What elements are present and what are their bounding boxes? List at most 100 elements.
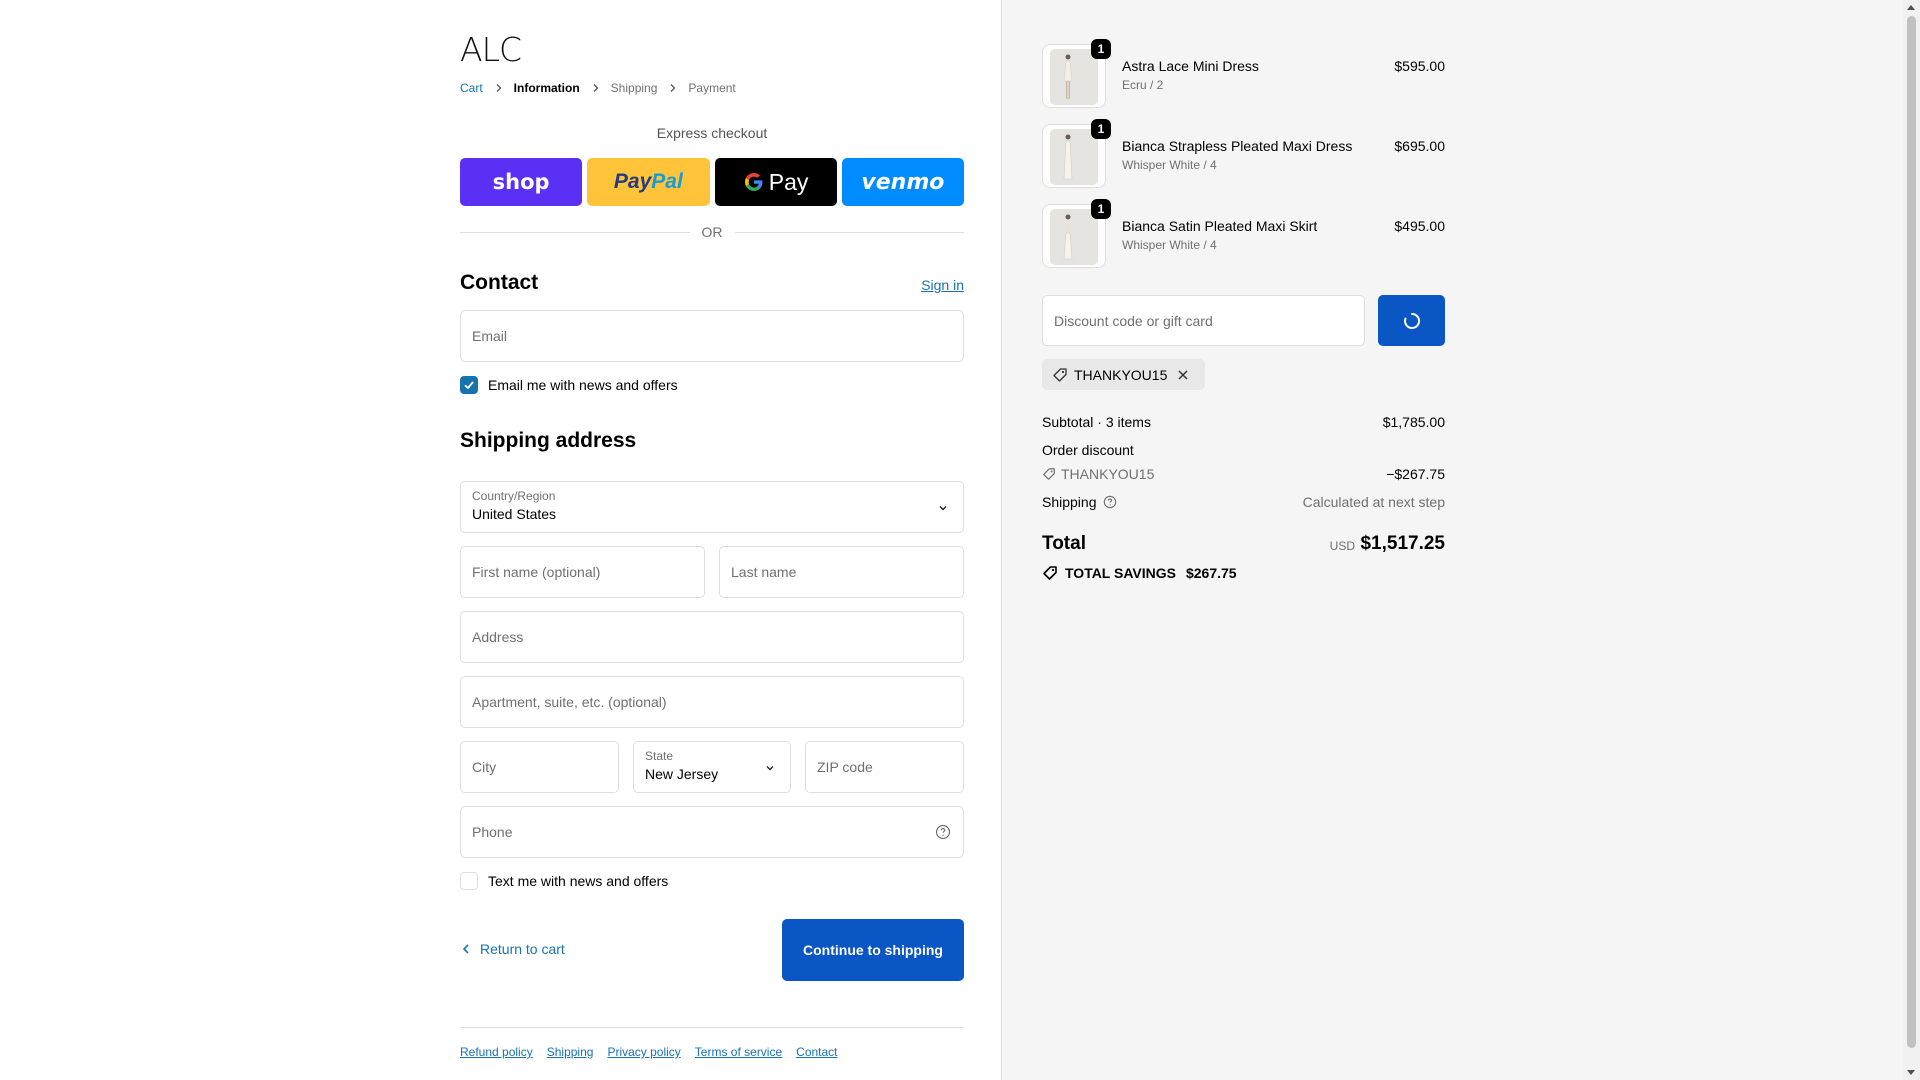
divider-line [734, 231, 964, 233]
newsletter-checkbox[interactable] [460, 376, 478, 394]
applied-discount-tag: THANKYOU15 [1042, 359, 1206, 390]
discount-code-input[interactable]: Discount code or gift card [1042, 295, 1365, 346]
item-price: $695.00 [1394, 138, 1445, 154]
chevron-down-icon [766, 766, 774, 771]
page-scrollbar[interactable] [1903, 0, 1920, 1080]
apply-discount-button[interactable] [1378, 295, 1445, 346]
shop-pay-logo: shop [492, 170, 550, 194]
apartment-placeholder: Apartment, suite, etc. (optional) [472, 694, 667, 710]
close-icon[interactable] [1177, 369, 1189, 381]
refund-policy-link[interactable]: Refund policy [460, 1045, 533, 1059]
discount-placeholder: Discount code or gift card [1054, 313, 1213, 329]
quantity-badge: 1 [1091, 39, 1111, 59]
google-pay-text: Pay [768, 168, 809, 195]
dress-figure-icon [1063, 134, 1073, 180]
dress-figure-icon [1063, 214, 1073, 260]
address-field[interactable]: Address [460, 611, 964, 663]
newsletter-checkbox-row[interactable]: Email me with news and offers [460, 376, 678, 394]
applied-code-label: THANKYOU15 [1074, 366, 1168, 383]
line-item: 1 Bianca Strapless Pleated Maxi Dress Wh… [1042, 119, 1445, 190]
continue-to-shipping-button[interactable]: Continue to shipping [782, 919, 964, 981]
product-image [1050, 49, 1098, 105]
product-thumbnail: 1 [1042, 39, 1111, 108]
state-label: State [645, 749, 674, 763]
newsletter-label: Email me with news and offers [488, 377, 678, 393]
savings-label: TOTAL SAVINGS [1065, 565, 1176, 581]
apartment-field[interactable]: Apartment, suite, etc. (optional) [460, 676, 964, 728]
quantity-badge: 1 [1091, 199, 1111, 219]
state-select[interactable]: State New Jersey [633, 741, 791, 793]
scroll-down-arrow[interactable] [1907, 1070, 1915, 1075]
product-thumbnail: 1 [1042, 199, 1111, 268]
breadcrumb: Cart Information Shipping Payment [460, 81, 736, 95]
contact-link[interactable]: Contact [796, 1045, 837, 1059]
total-value: $1,517.25 [1360, 533, 1445, 554]
sign-in-link[interactable]: Sign in [921, 277, 964, 293]
phone-field[interactable]: Phone [460, 806, 964, 858]
chevron-left-icon [462, 944, 469, 954]
dress-figure-icon [1063, 54, 1073, 99]
discount-code-info: THANKYOU15 [1042, 466, 1154, 482]
discount-value: −$267.75 [1386, 466, 1445, 482]
sms-checkbox[interactable] [460, 872, 478, 890]
shipping-policy-link[interactable]: Shipping [547, 1045, 594, 1059]
privacy-policy-link[interactable]: Privacy policy [607, 1045, 680, 1059]
paypal-logo-part1: Pay [613, 170, 652, 193]
checkmark-icon [464, 381, 474, 390]
shipping-info: Shipping [1042, 494, 1117, 510]
terms-of-service-link[interactable]: Terms of service [695, 1045, 782, 1059]
item-variant: Ecru / 2 [1122, 78, 1164, 92]
city-field[interactable]: City [460, 741, 619, 793]
scrollbar-thumb[interactable] [1907, 16, 1916, 1048]
chevron-right-icon [670, 84, 676, 92]
return-to-cart-link[interactable]: Return to cart [460, 941, 565, 957]
email-field[interactable]: Email [460, 310, 964, 362]
chevron-right-icon [593, 84, 599, 92]
item-price: $495.00 [1394, 218, 1445, 234]
breadcrumb-payment: Payment [688, 81, 736, 95]
savings-tag-icon [1043, 566, 1057, 580]
or-label: OR [701, 224, 723, 240]
discount-code-label: THANKYOU15 [1061, 466, 1155, 482]
shipping-label: Shipping [1042, 494, 1097, 510]
scroll-up-arrow[interactable] [1907, 5, 1915, 10]
google-g-icon [744, 173, 763, 191]
return-to-cart-label: Return to cart [480, 941, 565, 957]
first-name-field[interactable]: First name (optional) [460, 546, 705, 598]
chevron-down-icon [939, 506, 947, 511]
help-circle-icon[interactable] [935, 824, 951, 840]
savings-value: $267.75 [1185, 565, 1237, 581]
google-pay-button[interactable]: Pay [714, 158, 837, 206]
zip-placeholder: ZIP code [817, 759, 873, 775]
loading-spinner-icon [1403, 312, 1420, 329]
address-placeholder: Address [472, 629, 524, 645]
sms-checkbox-row[interactable]: Text me with news and offers [460, 872, 668, 890]
breadcrumb-shipping: Shipping [610, 81, 658, 95]
venmo-button[interactable]: venmo [841, 158, 964, 206]
country-label: Country/Region [472, 489, 556, 503]
shipping-value: Calculated at next step [1302, 494, 1445, 510]
item-variant: Whisper White / 4 [1122, 158, 1217, 172]
item-name: Bianca Satin Pleated Maxi Skirt [1122, 218, 1318, 234]
breadcrumb-cart[interactable]: Cart [460, 81, 483, 95]
contact-heading: Contact [460, 271, 539, 294]
product-image [1050, 129, 1098, 185]
express-checkout-buttons: shop Pay Pal Pay venmo [460, 158, 964, 206]
shop-pay-button[interactable]: shop [460, 158, 583, 206]
paypal-button[interactable]: Pay Pal [587, 158, 710, 206]
sms-label: Text me with news and offers [488, 873, 669, 889]
country-select[interactable]: Country/Region United States [460, 481, 964, 533]
shipping-address-heading: Shipping address [460, 429, 637, 452]
divider-line [460, 231, 690, 233]
store-logo[interactable]: ALC [460, 30, 522, 69]
tag-icon [1053, 367, 1067, 382]
product-image [1050, 209, 1098, 265]
last-name-field[interactable]: Last name [719, 546, 964, 598]
subtotal-label: Subtotal · 3 items [1042, 414, 1151, 430]
help-circle-icon[interactable] [1103, 495, 1117, 509]
subtotal-value: $1,785.00 [1382, 414, 1445, 430]
order-discount-label: Order discount [1042, 442, 1134, 458]
tag-icon [1043, 468, 1055, 480]
last-name-placeholder: Last name [731, 564, 797, 580]
zip-field[interactable]: ZIP code [805, 741, 964, 793]
